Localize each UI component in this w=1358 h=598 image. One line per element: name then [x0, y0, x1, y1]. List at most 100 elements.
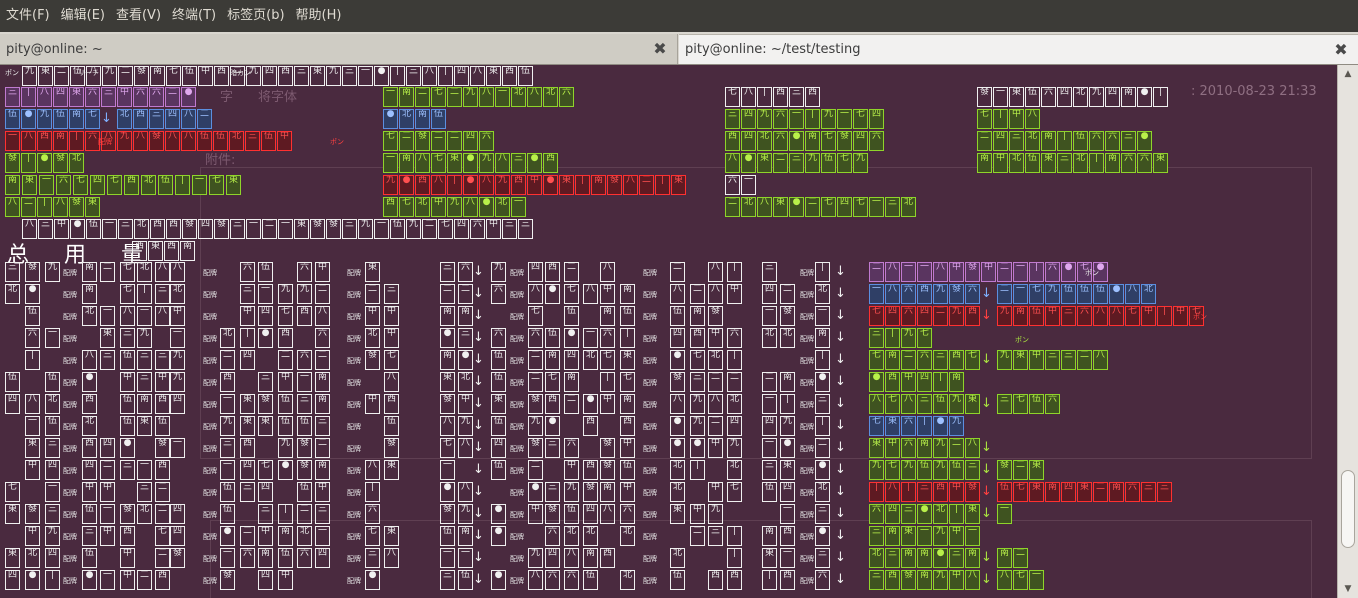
- mahjong-tile: |: [365, 482, 380, 502]
- mahjong-tile: 北: [399, 109, 414, 129]
- mahjong-tile: |: [885, 328, 900, 348]
- discard-arrow-icon: ↓: [473, 484, 484, 499]
- mahjong-tile: 九: [170, 350, 185, 370]
- mahjong-tile: 二: [155, 548, 170, 568]
- mahjong-tile: 中: [527, 175, 542, 195]
- mahjong-tile: 七: [431, 87, 446, 107]
- mahjong-tile: 二: [708, 372, 723, 392]
- mahjong-tile: 六: [917, 350, 932, 370]
- call-note: 配牌: [643, 335, 657, 343]
- mahjong-tile: 二: [773, 153, 788, 173]
- menu-tabs[interactable]: 标签页(b): [222, 0, 289, 32]
- close-icon[interactable]: ✖: [652, 41, 668, 57]
- scrollbar-thumb[interactable]: [1341, 470, 1355, 548]
- discard-arrow-icon: ↓: [981, 550, 992, 565]
- mahjong-tile: 一: [383, 87, 398, 107]
- mahjong-tile: 東: [1041, 153, 1056, 173]
- call-note: 配牌: [63, 445, 77, 453]
- mahjong-tile: 北: [708, 350, 723, 370]
- mahjong-tile: 八: [53, 197, 68, 217]
- mahjong-tile: 六: [545, 526, 560, 546]
- mahjong-tile: 八: [600, 262, 615, 282]
- mahjong-tile: 中: [82, 482, 97, 502]
- mahjong-tile: |: [240, 328, 255, 348]
- mahjong-tile: 伍: [53, 109, 68, 129]
- mahjong-tile: 八: [708, 262, 723, 282]
- mahjong-tile: 南: [600, 482, 615, 502]
- discard-arrow-icon: ↓: [835, 462, 846, 477]
- mahjong-tile: 西: [132, 241, 147, 261]
- mahjong-tile: ●: [1109, 284, 1124, 304]
- mahjong-tile: 四: [454, 66, 469, 86]
- tab-testing[interactable]: pity@online: ~/test/testing ✖: [679, 34, 1358, 64]
- call-note: 配牌: [643, 423, 657, 431]
- mahjong-tile: 北: [141, 175, 156, 195]
- discard-arrow-icon: ↓: [473, 286, 484, 301]
- menu-file[interactable]: 文件(F): [1, 0, 55, 32]
- mahjong-tile: 三: [137, 482, 152, 502]
- call-note: 配牌: [203, 401, 217, 409]
- mahjong-tile: 南: [315, 460, 330, 480]
- mahjong-tile: 六: [297, 350, 312, 370]
- mahjong-tile: 東: [38, 66, 53, 86]
- mahjong-tile: 二: [54, 66, 69, 86]
- close-icon[interactable]: ✖: [1333, 41, 1349, 58]
- mahjong-tile: 三: [120, 328, 135, 348]
- mahjong-tile: 二: [933, 306, 948, 326]
- call-note: 配牌: [643, 269, 657, 277]
- mahjong-tile: 發: [997, 460, 1012, 480]
- mahjong-tile: 一: [220, 548, 235, 568]
- mahjong-tile: 八: [885, 482, 900, 502]
- mahjong-tile: 中: [949, 570, 964, 590]
- mahjong-tile: ●: [933, 548, 948, 568]
- mahjong-tile: |: [727, 548, 742, 568]
- mahjong-tile: 北: [117, 109, 132, 129]
- mahjong-tile: 六: [85, 87, 100, 107]
- mahjong-tile: 二: [690, 284, 705, 304]
- mahjong-tile: 伍: [213, 131, 228, 151]
- mahjong-tile: 東: [310, 66, 325, 86]
- mahjong-tile: |: [805, 109, 820, 129]
- mahjong-tile: 三: [1061, 350, 1076, 370]
- call-note: 配牌: [347, 401, 361, 409]
- mahjong-tile: 西: [384, 394, 399, 414]
- ghost-date: : 2010-08-23 21:33: [1191, 84, 1317, 99]
- mahjong-tile: 四: [885, 504, 900, 524]
- mahjong-tile: 南: [399, 87, 414, 107]
- mahjong-tile: 北: [620, 526, 635, 546]
- menu-help[interactable]: 帮助(H): [291, 0, 347, 32]
- mahjong-tile: 八: [528, 284, 543, 304]
- vertical-scrollbar[interactable]: ▲ ▼: [1337, 65, 1358, 598]
- call-note: 配牌: [347, 423, 361, 431]
- call-note: 配牌: [510, 313, 524, 321]
- menu-view[interactable]: 查看(V): [111, 0, 166, 32]
- terminal-output[interactable]: 字 将字体 附件: : 2010-08-23 21:33 总 用 量 九東二伍八…: [0, 65, 1337, 598]
- menu-edit[interactable]: 编辑(E): [56, 0, 110, 32]
- mahjong-tile: 中: [620, 482, 635, 502]
- menu-terminal[interactable]: 终端(T): [167, 0, 221, 32]
- call-note: 配牌: [510, 467, 524, 475]
- mahjong-tile: ●: [278, 460, 293, 480]
- mahjong-tile: 中: [981, 262, 996, 282]
- mahjong-tile: 南: [564, 372, 579, 392]
- mahjong-tile: 東: [240, 416, 255, 436]
- mahjong-tile: 發: [528, 438, 543, 458]
- mahjong-tile: 八: [458, 482, 473, 502]
- tab-home[interactable]: pity@online: ~ ✖: [0, 34, 678, 64]
- mahjong-tile: 發: [607, 175, 622, 195]
- mahjong-tile: 西: [133, 109, 148, 129]
- mahjong-tile: 中: [1045, 306, 1060, 326]
- mahjong-tile: ●: [869, 372, 884, 392]
- mahjong-tile: 東: [901, 526, 916, 546]
- mahjong-tile: 中: [690, 504, 705, 524]
- call-note: 配牌: [63, 533, 77, 541]
- scroll-up-icon[interactable]: ▲: [1341, 69, 1355, 79]
- mahjong-tile: ●: [815, 526, 830, 546]
- mahjong-tile: 一: [869, 284, 884, 304]
- scroll-down-icon[interactable]: ▼: [1341, 584, 1355, 594]
- mahjong-tile: 七: [853, 109, 868, 129]
- mahjong-tile: 八: [670, 284, 685, 304]
- mahjong-tile: ●: [564, 328, 579, 348]
- mahjong-tile: 伍: [1029, 394, 1044, 414]
- mahjong-tile: 南: [1045, 482, 1060, 502]
